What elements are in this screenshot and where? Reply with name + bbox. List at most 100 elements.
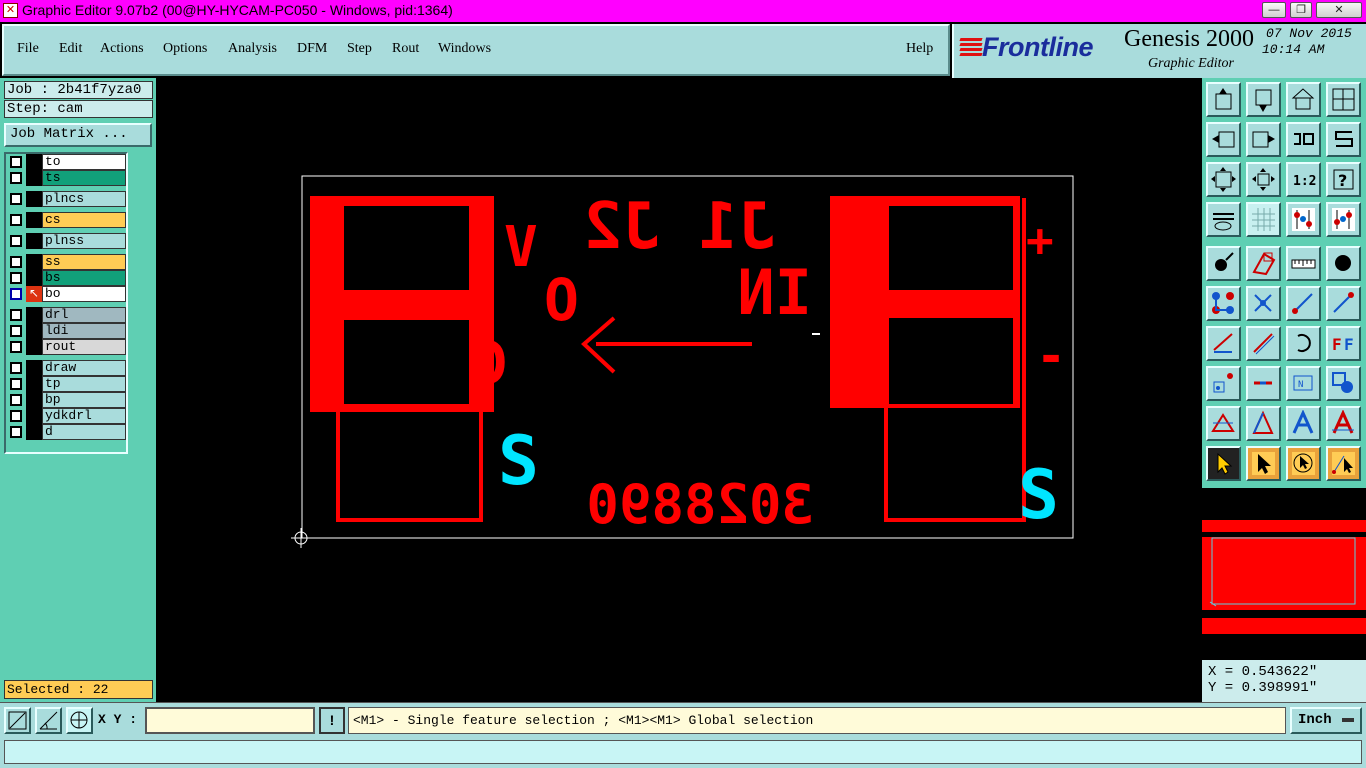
layer-name[interactable]: bo xyxy=(42,286,126,302)
layer-affected-toggle[interactable] xyxy=(26,408,42,424)
connect-icon[interactable] xyxy=(1206,286,1241,321)
layer-affected-toggle[interactable] xyxy=(26,376,42,392)
polygon-icon[interactable] xyxy=(1246,246,1281,281)
close-button[interactable]: ✕ xyxy=(1316,2,1362,18)
grid-snap-icon[interactable] xyxy=(66,707,93,734)
arc-icon[interactable] xyxy=(1286,326,1321,361)
layer-name[interactable]: ydkdrl xyxy=(42,408,126,424)
layer-name[interactable]: ts xyxy=(42,170,126,186)
menu-analysis[interactable]: Analysis xyxy=(228,41,277,57)
letter-a2-icon[interactable] xyxy=(1326,406,1361,441)
layer-name[interactable]: d xyxy=(42,424,126,440)
flip-icon[interactable] xyxy=(1286,122,1321,157)
arrow-right-icon[interactable] xyxy=(1246,122,1281,157)
menu-actions[interactable]: Actions xyxy=(100,41,144,57)
layer-name[interactable]: drl xyxy=(42,307,126,323)
layer-name[interactable]: draw xyxy=(42,360,126,376)
pointer2-icon[interactable] xyxy=(1246,446,1281,481)
arrow-left-icon[interactable] xyxy=(1206,122,1241,157)
layer-row[interactable]: tp xyxy=(8,376,126,392)
layers-b-icon[interactable] xyxy=(1326,202,1361,237)
layer-affected-toggle[interactable] xyxy=(26,254,42,270)
move-icon[interactable] xyxy=(1206,366,1241,401)
angle-snap-icon[interactable] xyxy=(35,707,62,734)
layer-affected-toggle[interactable] xyxy=(26,270,42,286)
layer-name[interactable]: tp xyxy=(42,376,126,392)
layer-checkbox[interactable] xyxy=(10,214,22,226)
active-layer-icon[interactable]: ↖ xyxy=(26,286,42,302)
circle-pointer-icon[interactable] xyxy=(1286,446,1321,481)
layer-row[interactable]: ss xyxy=(8,254,126,270)
restore-button[interactable]: ❐ xyxy=(1290,2,1312,18)
layer-checkbox[interactable] xyxy=(10,235,22,247)
layer-row[interactable]: bs xyxy=(8,270,126,286)
menu-options[interactable]: Options xyxy=(163,41,207,57)
menu-file[interactable]: File xyxy=(17,41,39,57)
layer-checkbox[interactable] xyxy=(10,288,22,300)
minus-icon[interactable] xyxy=(1246,366,1281,401)
measure-icon[interactable]: N xyxy=(1286,366,1321,401)
layer-checkbox[interactable] xyxy=(10,272,22,284)
unit-select[interactable]: Inch xyxy=(1290,707,1362,734)
layer-affected-toggle[interactable] xyxy=(26,212,42,228)
layer-name[interactable]: bp xyxy=(42,392,126,408)
overview-preview[interactable] xyxy=(1202,488,1366,660)
menu-step[interactable]: Step xyxy=(347,41,372,57)
layer-affected-toggle[interactable] xyxy=(26,424,42,440)
layer-row[interactable]: ldi xyxy=(8,323,126,339)
cross-icon[interactable] xyxy=(1246,286,1281,321)
layer-name[interactable]: plnss xyxy=(42,233,126,249)
arrow-up-icon[interactable] xyxy=(1206,82,1241,117)
menu-windows[interactable]: Windows xyxy=(438,41,491,57)
layer-checkbox[interactable] xyxy=(10,378,22,390)
layer-row[interactable]: draw xyxy=(8,360,126,376)
layer-affected-toggle[interactable] xyxy=(26,392,42,408)
layer-row[interactable]: plnss xyxy=(8,233,126,249)
layer-row[interactable]: ↖ bo xyxy=(8,286,126,302)
snap-icon[interactable] xyxy=(4,707,31,734)
menu-dfm[interactable]: DFM xyxy=(297,41,327,57)
layer-checkbox[interactable] xyxy=(10,325,22,337)
warning-button[interactable]: ! xyxy=(319,707,345,734)
diag-line-icon[interactable] xyxy=(1246,326,1281,361)
layer-row[interactable]: ydkdrl xyxy=(8,408,126,424)
layer-checkbox[interactable] xyxy=(10,256,22,268)
layer-affected-toggle[interactable] xyxy=(26,170,42,186)
layer-checkbox[interactable] xyxy=(10,309,22,321)
menu-edit[interactable]: Edit xyxy=(59,41,82,57)
palette-icon[interactable] xyxy=(1206,202,1241,237)
layer-name[interactable]: rout xyxy=(42,339,126,355)
layer-affected-toggle[interactable] xyxy=(26,154,42,170)
layer-row[interactable]: rout xyxy=(8,339,126,355)
layer-name[interactable]: plncs xyxy=(42,191,126,207)
layer-row[interactable]: plncs xyxy=(8,191,126,207)
snap-pointer-icon[interactable] xyxy=(1326,446,1361,481)
angle-icon[interactable] xyxy=(1206,326,1241,361)
layer-affected-toggle[interactable] xyxy=(26,233,42,249)
letter-a-icon[interactable] xyxy=(1286,406,1321,441)
layer-affected-toggle[interactable] xyxy=(26,360,42,376)
minimize-button[interactable]: — xyxy=(1262,2,1286,18)
xy-input[interactable] xyxy=(145,707,315,734)
layer-affected-toggle[interactable] xyxy=(26,307,42,323)
pointer-icon[interactable] xyxy=(1206,446,1241,481)
layer-name[interactable]: ss xyxy=(42,254,126,270)
layer-checkbox[interactable] xyxy=(10,394,22,406)
layer-name[interactable]: to xyxy=(42,154,126,170)
layer-row[interactable]: to xyxy=(8,154,126,170)
window-xy-icon[interactable] xyxy=(1326,82,1361,117)
line-dot-icon[interactable] xyxy=(1286,286,1321,321)
ruler-icon[interactable] xyxy=(1286,246,1321,281)
square-dots-icon[interactable] xyxy=(1326,366,1361,401)
mirror-f-icon[interactable]: FF xyxy=(1326,326,1361,361)
layer-checkbox[interactable] xyxy=(10,193,22,205)
layer-row[interactable]: d xyxy=(8,424,126,440)
menu-rout[interactable]: Rout xyxy=(392,41,419,57)
layer-name[interactable]: bs xyxy=(42,270,126,286)
job-matrix-button[interactable]: Job Matrix ... xyxy=(4,123,152,147)
layer-affected-toggle[interactable] xyxy=(26,339,42,355)
layer-checkbox[interactable] xyxy=(10,426,22,438)
scale-1-2-icon[interactable]: 1:2 xyxy=(1286,162,1321,197)
layer-affected-toggle[interactable] xyxy=(26,323,42,339)
layers-a-icon[interactable] xyxy=(1286,202,1321,237)
